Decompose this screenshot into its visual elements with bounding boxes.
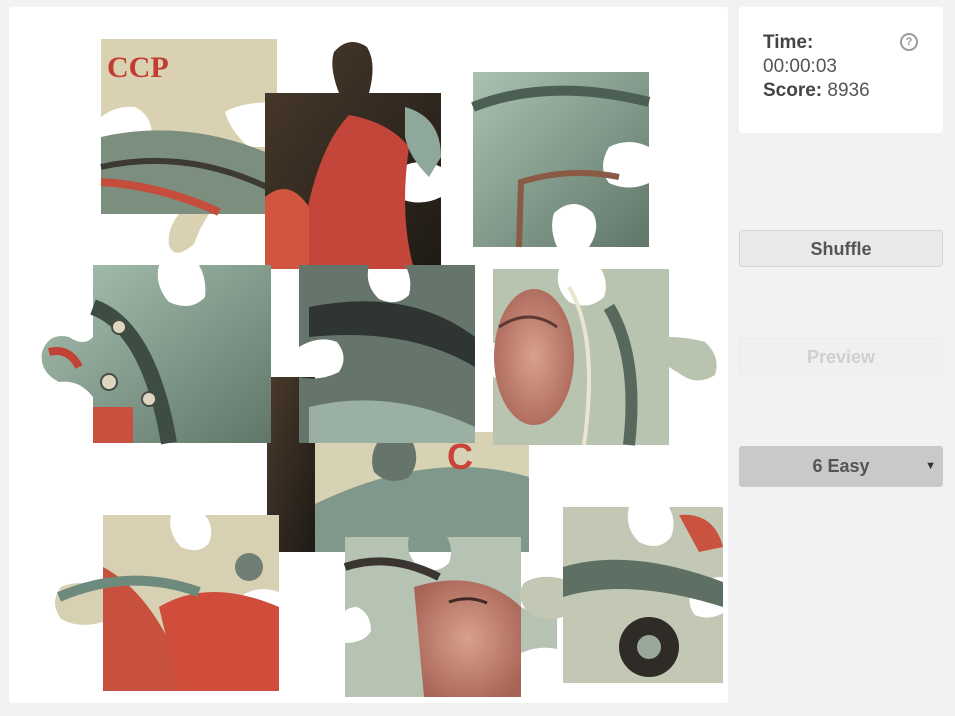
difficulty-value: 6 Easy [812,456,870,476]
puzzle-piece[interactable] [265,42,441,269]
status-panel: Time: ? 00:00:03 Score: 8936 [739,7,943,133]
score-label: Score: [763,80,823,101]
puzzle-board: C ССР [9,7,728,703]
chevron-down-icon: ▼ [925,460,936,472]
score-value: 8936 [827,80,870,101]
question-circle-icon[interactable]: ? [900,33,918,51]
puzzle-piece[interactable]: ССР [100,39,279,253]
time-value: 00:00:03 [763,56,837,77]
preview-button[interactable]: Preview [739,338,943,375]
difficulty-select[interactable]: 6 Easy ▼ [739,446,943,487]
shuffle-button[interactable]: Shuffle [739,230,943,267]
puzzle-piece[interactable] [41,265,271,445]
puzzle-piece[interactable] [343,537,557,697]
puzzle-canvas: C ССР [41,39,723,697]
puzzle-piece[interactable] [55,515,279,691]
time-label: Time: [763,32,814,53]
puzzle-piece[interactable] [493,269,717,446]
puzzle-piece[interactable] [471,72,651,248]
puzzle-piece[interactable] [520,507,723,683]
svg-text:ССР: ССР [107,51,169,84]
